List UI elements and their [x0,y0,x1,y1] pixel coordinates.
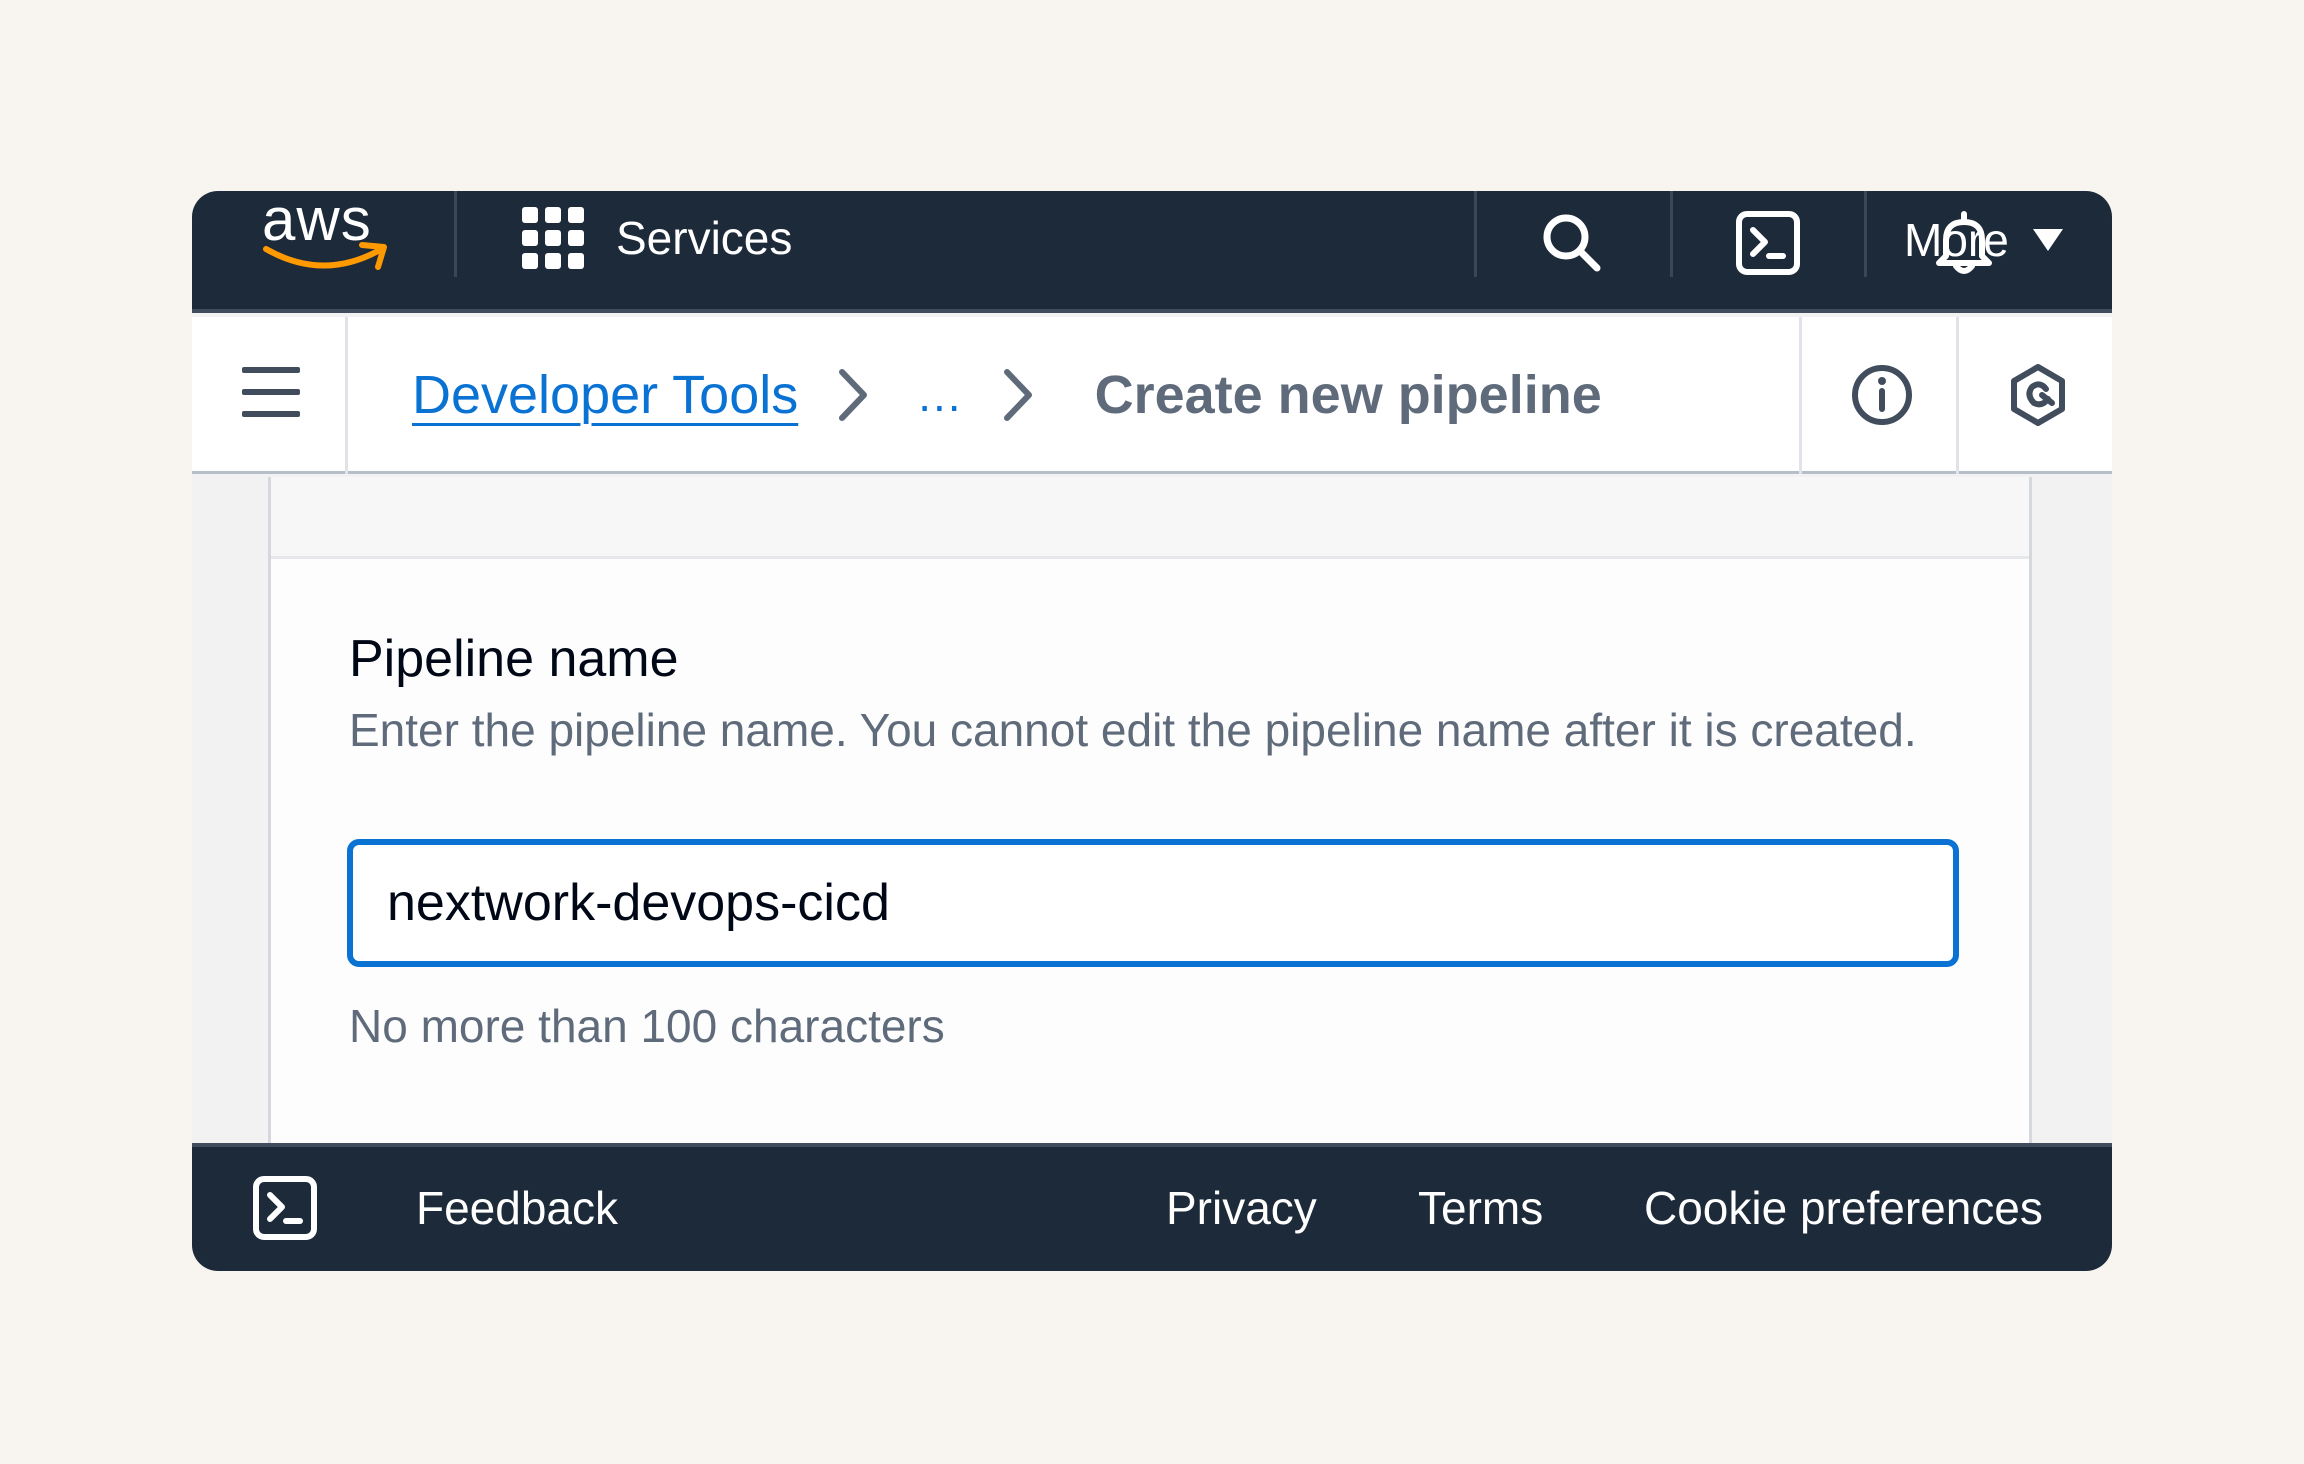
crumb-divider [1956,317,1959,474]
services-label: Services [616,212,793,264]
breadcrumb-developer-tools[interactable]: Developer Tools [412,364,798,426]
terms-link[interactable]: Terms [1418,1181,1543,1235]
chevron-right-icon [836,365,876,425]
menu-icon[interactable] [242,367,300,417]
crumb-divider [345,317,348,474]
top-navigation: aws Services More [192,191,2112,313]
chevron-right-icon [1001,365,1041,425]
more-label: More [1904,214,2009,266]
console-window: aws Services More Developer Tools ... Cr… [192,191,2112,1271]
breadcrumb-bar: Developer Tools ... Create new pipeline [192,317,2112,474]
pipeline-settings-panel: Pipeline name Enter the pipeline name. Y… [268,477,2032,1143]
cookie-preferences-link[interactable]: Cookie preferences [1644,1181,2043,1235]
nav-divider [454,191,457,277]
panel-header [271,477,2029,559]
info-icon [1852,365,1912,425]
cloudshell-icon [253,1176,317,1240]
pipeline-name-label: Pipeline name [349,630,679,688]
cloudshell-footer-button[interactable] [252,1175,322,1245]
privacy-link[interactable]: Privacy [1166,1181,1317,1235]
settings-hex-icon [2011,364,2065,426]
pipeline-name-input[interactable] [347,839,1959,967]
nav-divider [1474,191,1477,277]
search-button[interactable] [1532,203,1612,283]
breadcrumb-ellipsis[interactable]: ... [918,368,962,422]
more-menu-button[interactable]: More [1904,205,2063,275]
cloudshell-button[interactable] [1728,203,1808,283]
grid-icon [522,207,584,269]
feedback-link[interactable]: Feedback [416,1181,618,1235]
crumb-divider [1799,317,1802,474]
settings-button[interactable] [1998,355,2078,435]
nav-divider [1670,191,1673,277]
footer: Feedback Privacy Terms Cookie preference… [192,1143,2112,1271]
nav-divider [1864,191,1867,277]
breadcrumb-current-page: Create new pipeline [1094,365,1602,425]
cloudshell-icon [1736,211,1800,275]
pipeline-name-constraint: No more than 100 characters [349,1000,945,1052]
breadcrumb: Developer Tools ... Create new pipeline [412,355,1602,435]
aws-logo[interactable]: aws [262,191,392,281]
caret-down-icon [2032,229,2063,251]
aws-smile-icon [263,242,387,270]
info-button[interactable] [1842,355,1922,435]
pipeline-name-description: Enter the pipeline name. You cannot edit… [349,704,1917,756]
services-menu-button[interactable]: Services [522,203,792,273]
search-icon [1543,214,1601,272]
